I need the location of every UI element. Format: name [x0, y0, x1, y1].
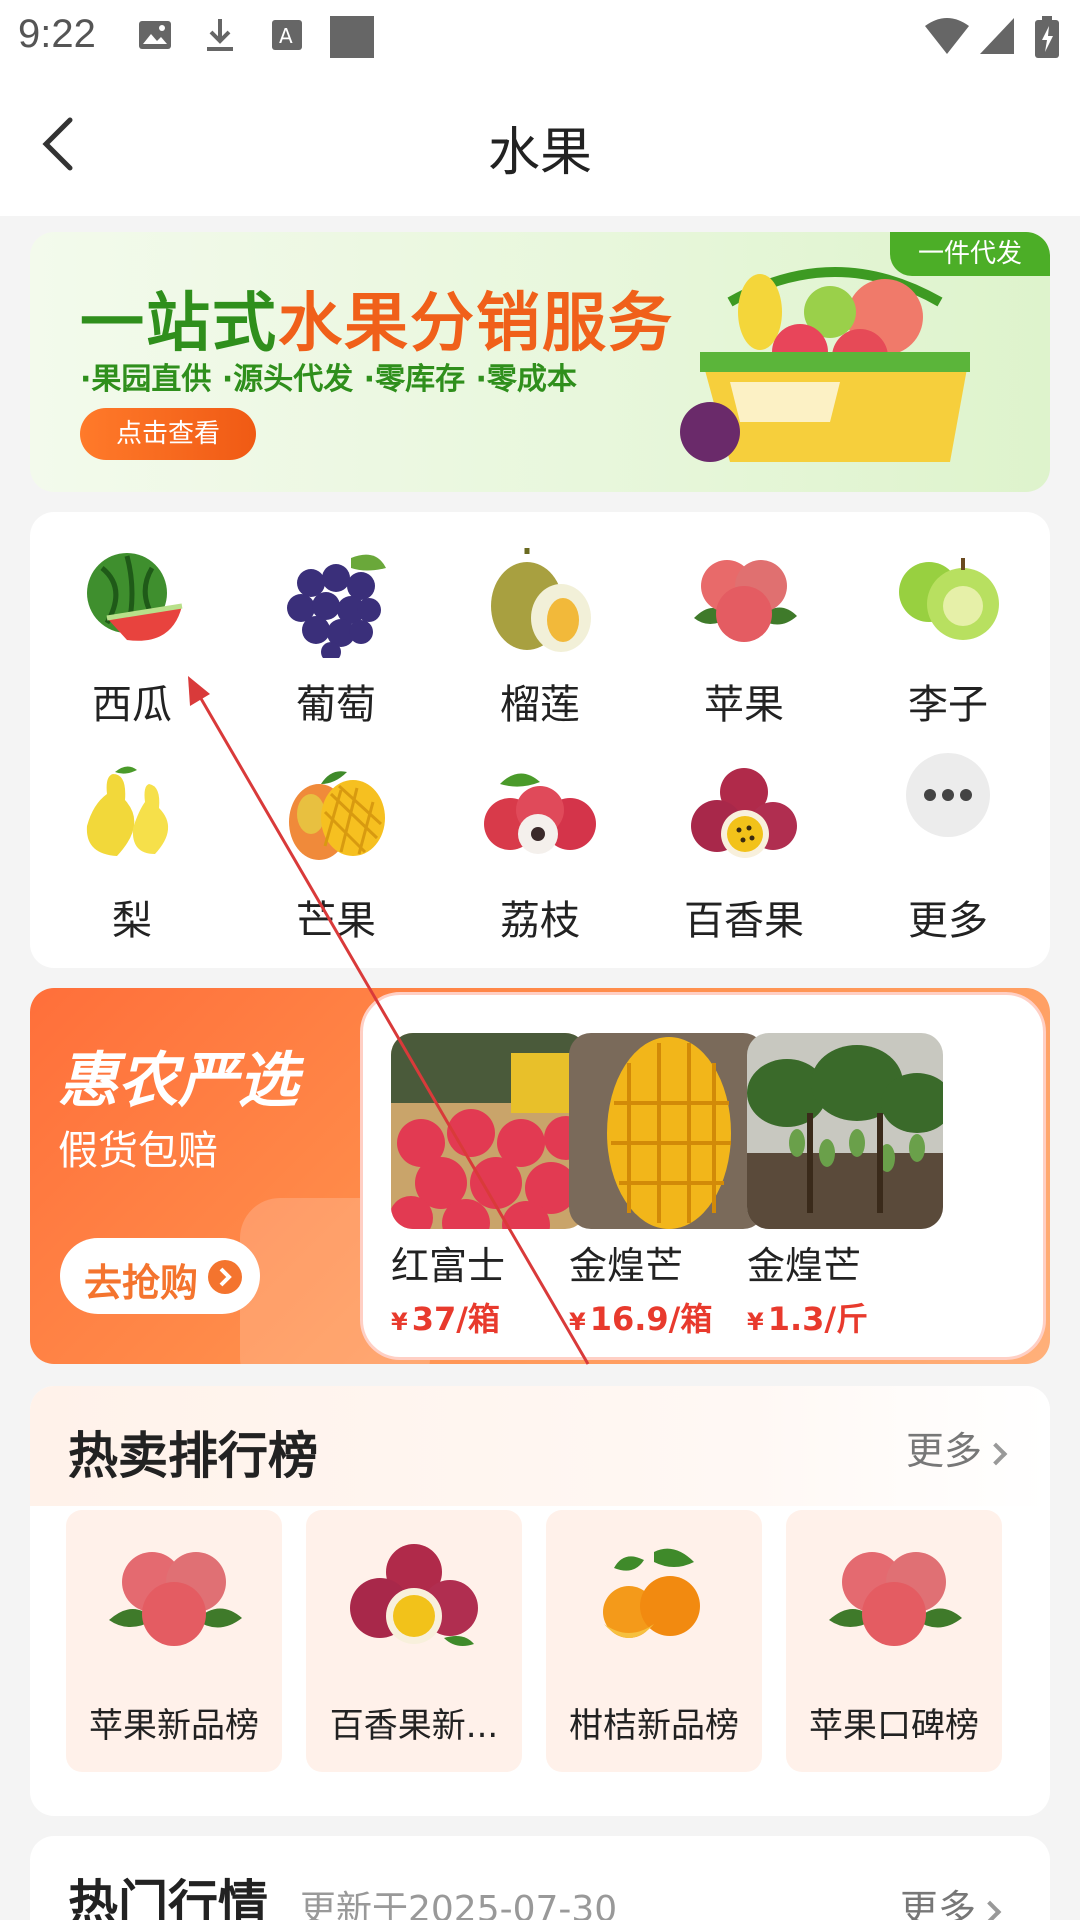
category-durian[interactable]: 榴莲	[438, 512, 642, 728]
category-pear[interactable]: 梨	[30, 728, 234, 944]
category-grid: 西瓜 葡萄 榴莲 苹果 李子 梨 芒果 荔枝 百香果 更多	[30, 512, 1050, 968]
more-icon	[906, 753, 990, 837]
rank-card[interactable]: 苹果新品榜	[66, 1510, 282, 1772]
product-card[interactable]: 金煌芒 ¥1.3/斤	[747, 1033, 943, 1340]
huinong-selection-card: 惠农严选 假货包赔 去抢购 红富士 ¥37/箱 金煌芒 ¥ 16.9/箱 金煌芒…	[30, 988, 1050, 1364]
category-mango[interactable]: 芒果	[234, 728, 438, 944]
rank-card[interactable]: 苹果口碑榜	[786, 1510, 1002, 1772]
product-photo-apples	[391, 1033, 587, 1229]
category-label: 百香果	[684, 898, 804, 944]
product-name: 金煌芒	[747, 1244, 862, 1288]
category-apple[interactable]: 苹果	[642, 512, 846, 728]
view-button[interactable]: 点击查看	[80, 408, 256, 460]
category-grape[interactable]: 葡萄	[234, 512, 438, 728]
section-title: 热门行情	[68, 1875, 268, 1920]
apple-icon	[829, 1552, 962, 1646]
banner-subtitle: ·果园直供 ·源头代发 ·零库存 ·零成本	[80, 362, 577, 397]
square-icon	[330, 16, 374, 58]
buy-now-button[interactable]: 去抢购	[60, 1238, 260, 1314]
passionfruit-icon	[691, 768, 797, 858]
chevron-right-icon	[978, 1900, 1002, 1920]
product-card[interactable]: 金煌芒 ¥16.9/箱	[569, 1033, 765, 1340]
product-photo-mango	[569, 1033, 765, 1229]
category-watermelon[interactable]: 西瓜	[30, 512, 234, 728]
rank-card[interactable]: 柑桔新品榜	[546, 1510, 762, 1772]
category-label: 李子	[908, 682, 988, 728]
distribution-banner[interactable]: 一件代发 一站式水果分销服务 ·果园直供 ·源头代发 ·零库存 ·零成本 点击查…	[30, 232, 1050, 492]
rank-label: 苹果口碑榜	[809, 1706, 979, 1746]
nav-bar: 水果	[0, 72, 1080, 216]
chevron-right-icon	[984, 1442, 1008, 1465]
mango-icon	[289, 771, 385, 860]
product-name: 金煌芒	[569, 1244, 684, 1288]
status-bar: 9:22 A	[0, 0, 1080, 72]
category-passionfruit[interactable]: 百香果	[642, 728, 846, 944]
font-icon: A	[272, 20, 302, 50]
tangerine-icon	[603, 1548, 700, 1638]
wifi-icon	[925, 18, 969, 54]
category-label: 苹果	[704, 682, 784, 728]
category-label: 葡萄	[296, 682, 376, 728]
promo-title: 惠农严选	[58, 1046, 298, 1116]
arrow-right-icon	[208, 1260, 242, 1294]
image-icon	[139, 21, 171, 49]
category-label: 更多	[908, 898, 988, 944]
download-icon	[207, 19, 233, 51]
apple-icon	[109, 1552, 242, 1646]
product-photo-mango-tree	[747, 1033, 943, 1229]
rank-card[interactable]: 百香果新...	[306, 1510, 522, 1772]
apple-icon	[694, 560, 797, 642]
promo-products: 红富士 ¥37/箱 金煌芒 ¥16.9/箱 金煌芒 ¥ 1.3/斤	[360, 992, 1046, 1360]
section-title: 热卖排行榜	[68, 1427, 318, 1485]
more-link[interactable]: 更多	[906, 1420, 1008, 1475]
lychee-icon	[484, 773, 596, 854]
passionfruit-icon	[350, 1544, 478, 1646]
rank-label: 苹果新品榜	[89, 1706, 259, 1746]
category-label: 荔枝	[500, 898, 580, 944]
category-label: 榴莲	[500, 682, 580, 728]
battery-icon	[1035, 16, 1059, 58]
pear-icon	[86, 766, 169, 856]
product-card[interactable]: 红富士 ¥37/箱	[391, 1033, 587, 1340]
product-price: ¥1.3/斤	[747, 1300, 869, 1338]
hot-ranking-card: 热卖排行榜 更多 苹果新品榜 百香果新... 柑桔新品榜 苹果口碑榜	[30, 1386, 1050, 1816]
category-label: 芒果	[296, 898, 376, 944]
category-plum[interactable]: 李子	[846, 512, 1050, 728]
signal-icon	[980, 18, 1014, 54]
category-label: 梨	[112, 898, 152, 944]
updated-date: 更新于2025-07-30	[300, 1889, 618, 1920]
more-link[interactable]: 更多	[900, 1878, 1002, 1920]
product-price: ¥16.9/箱	[569, 1300, 713, 1338]
grape-icon	[287, 554, 386, 658]
fruit-basket-icon	[680, 267, 970, 462]
banner-headline: 一站式水果分销服务	[80, 287, 674, 361]
status-time: 9:22	[18, 12, 96, 56]
category-lychee[interactable]: 荔枝	[438, 728, 642, 944]
plum-icon	[899, 558, 999, 640]
rank-label: 柑桔新品榜	[569, 1706, 739, 1746]
page-title: 水果	[487, 123, 592, 183]
durian-icon	[491, 548, 591, 652]
watermelon-icon	[87, 553, 183, 641]
svg-text:A: A	[279, 24, 293, 48]
product-price: ¥37/箱	[391, 1300, 500, 1338]
category-label: 西瓜	[92, 682, 172, 728]
category-more[interactable]: 更多	[846, 728, 1050, 944]
rank-label: 百香果新...	[329, 1706, 499, 1746]
product-name: 红富士	[391, 1244, 506, 1288]
hot-market-card: 热门行情 更新于2025-07-30 更多	[30, 1836, 1050, 1920]
promo-subtitle: 假货包赔	[58, 1128, 218, 1174]
